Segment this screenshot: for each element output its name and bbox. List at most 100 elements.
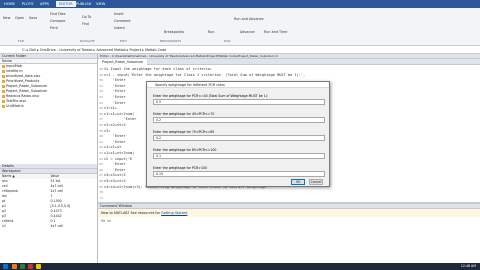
group-run: RUN (224, 39, 231, 43)
code-line[interactable]: c3= (104, 129, 111, 133)
address-path[interactable]: C: ▸ Dell ▸ OneDrive - University of Tol… (22, 48, 166, 52)
code-line[interactable]: 'Enter (104, 134, 126, 138)
line-number: 65 (99, 162, 103, 167)
code-line[interactable]: 'Enter (104, 162, 126, 166)
explorer-icon[interactable] (36, 264, 41, 269)
group-edit: EDIT (120, 39, 127, 43)
tab-view[interactable]: VIEW (96, 1, 105, 7)
code-line[interactable]: 'Enter (104, 140, 126, 144)
cancel-button[interactable]: Cancel (309, 179, 323, 185)
weightage-dialog: Specify weightage for different PCR clas… (146, 81, 330, 187)
line-number: 56 (99, 111, 103, 116)
weightage-input-3[interactable]: 0.2 (153, 135, 325, 141)
open-button[interactable]: Open (15, 16, 24, 20)
line-number: 63 (99, 151, 103, 155)
run-and-time-button[interactable]: Run and Time (264, 30, 287, 34)
tab-plots[interactable]: PLOTS (22, 1, 33, 7)
file-icon (2, 100, 5, 103)
line-number: 64 (99, 156, 103, 161)
print-button[interactable]: Print (50, 26, 58, 30)
advance-button[interactable]: Advance (240, 30, 255, 34)
comment-button[interactable]: Comment (114, 19, 131, 23)
file-icon (2, 80, 5, 83)
compare-button[interactable]: Compare (50, 19, 65, 23)
code-line[interactable]: c=1 - input('Enter the weightage for Cla… (104, 73, 305, 77)
clock: 12:48 AM (460, 264, 476, 268)
code-line[interactable]: 'Enter (104, 168, 126, 172)
save-button[interactable]: Save (29, 16, 37, 20)
command-prompt[interactable]: fx >> (98, 217, 480, 225)
code-line[interactable]: c2=c2+str2 (104, 123, 126, 127)
line-number: 62 (99, 145, 103, 150)
command-notice: New to MATLAB? See resources for Getting… (98, 209, 480, 217)
code-line[interactable]: 'Enter (104, 95, 126, 99)
tab-editor[interactable]: EDITOR (56, 1, 76, 7)
file-item[interactable]: UnitMatrix (0, 104, 97, 109)
indent-button[interactable]: Indent (114, 26, 125, 30)
matlab-icon[interactable] (12, 264, 17, 269)
ok-button[interactable]: OK (291, 179, 305, 185)
go-to-button[interactable]: Go To (82, 15, 91, 19)
file-icon (2, 85, 5, 88)
line-number: 58 (99, 123, 103, 127)
field-label: Enter the weightage for PCR>100 (153, 166, 208, 170)
excel-icon[interactable] (20, 264, 25, 269)
line-number: 70 (99, 190, 103, 195)
line-number: 66 (99, 167, 103, 172)
line-number: 54 (99, 100, 103, 105)
dialog-title: Specify weightage for different PCR clas… (147, 82, 329, 88)
run-button[interactable]: Run (208, 30, 215, 34)
code-line[interactable]: 'Enter (104, 78, 126, 82)
line-number: 55 (99, 106, 103, 111)
weightage-input-4[interactable]: 0.1 (153, 153, 325, 159)
code-line[interactable]: 'Enter (104, 89, 126, 93)
toolstrip: New Open Save Find Files Compare Print G… (0, 8, 480, 46)
weightage-input-5[interactable]: 0.15 (153, 171, 325, 177)
code-line[interactable]: 'Enter (104, 101, 126, 105)
new-button[interactable]: New (3, 16, 10, 20)
taskbar: 12:48 AM (0, 263, 480, 270)
line-number: 49 (99, 72, 103, 77)
chrome-icon[interactable] (28, 264, 33, 269)
code-line[interactable]: c3=c3+str2 (104, 179, 126, 183)
run-and-advance-button[interactable]: Run and Advance (234, 17, 264, 21)
weightage-input-2[interactable]: 0.2 (153, 117, 325, 123)
code-line[interactable]: 'Enter (104, 84, 126, 88)
code-line[interactable]: c1=c1+ (104, 106, 117, 110)
address-bar[interactable]: C: ▸ Dell ▸ OneDrive - University of Tol… (0, 46, 480, 54)
group-file: FILE (18, 39, 25, 43)
line-number: 50 (99, 78, 103, 83)
tab-apps[interactable]: APPS (40, 1, 49, 7)
group-navigate: NAVIGATE (80, 39, 95, 43)
field-label: Enter the weightage for PCR<=40 (Total S… (153, 94, 269, 98)
insert-button[interactable]: Insert (114, 12, 124, 16)
line-number: 52 (99, 89, 103, 94)
getting-started-link[interactable]: Getting Started (161, 211, 187, 215)
code-line[interactable]: %% Input the weightage for each class of… (104, 67, 212, 71)
line-number: 68 (99, 179, 103, 183)
find-button[interactable]: Find (82, 22, 89, 26)
line-number: 51 (99, 83, 103, 88)
line-number: 59 (99, 128, 103, 133)
file-icon (2, 105, 5, 108)
file-icon (2, 75, 5, 78)
command-window[interactable]: Command Window New to MATLAB? See resour… (98, 202, 480, 270)
file-icon (2, 90, 5, 93)
line-number: 48 (99, 67, 103, 71)
file-icon (2, 95, 5, 98)
line-number: 61 (99, 139, 103, 144)
windows-start-icon[interactable] (3, 264, 8, 269)
workspace-row[interactable]: n1 4x7 cell (0, 224, 97, 229)
file-icon (2, 65, 5, 68)
weightage-input-1[interactable]: 0.5 (153, 99, 325, 105)
code-line[interactable]: c3=c3+str2 (104, 173, 126, 177)
tab-home[interactable]: HOME (4, 1, 15, 7)
line-number: 69 (99, 184, 103, 189)
code-line[interactable]: c1=c1+st (104, 145, 121, 149)
breakpoints-button[interactable]: Breakpoints (164, 30, 184, 34)
find-files-button[interactable]: Find Files (50, 12, 65, 16)
field-label: Enter the weightage for 70<PCR<=85 (153, 130, 215, 134)
ribbon-tabs: HOME PLOTS APPS EDITOR PUBLISH VIEW (0, 0, 480, 8)
tab-publish[interactable]: PUBLISH (76, 1, 91, 7)
line-number: 67 (99, 173, 103, 178)
